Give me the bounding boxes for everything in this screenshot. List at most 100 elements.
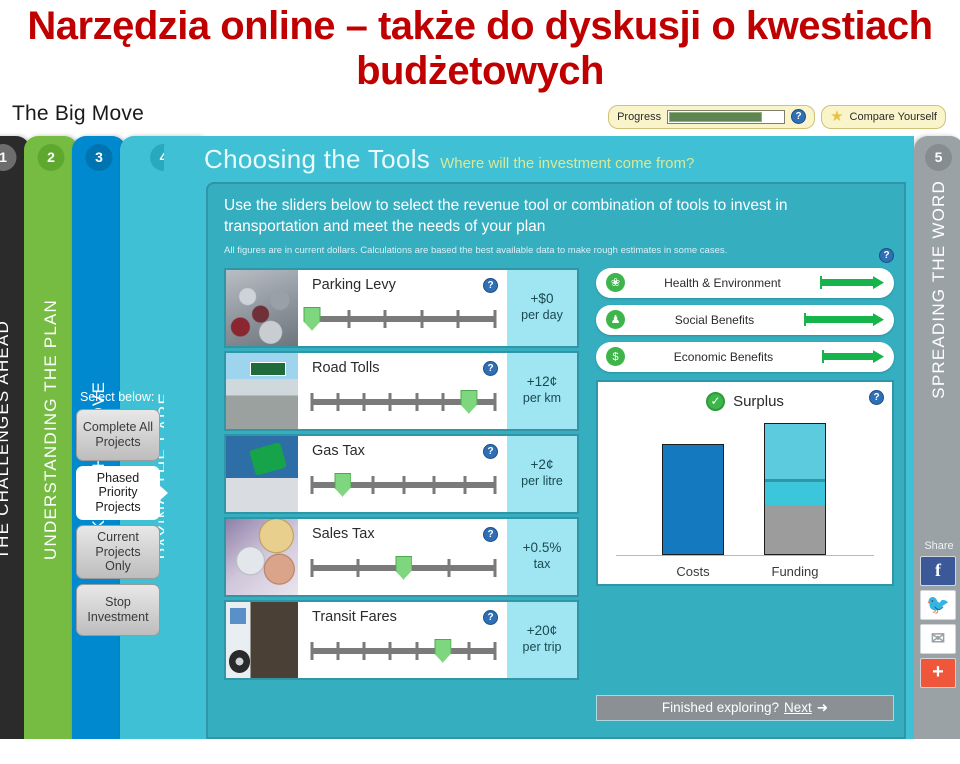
revenue-tool-slider-list: Parking Levy? +$0 per day Road Tolls? +12¢ pe…	[224, 267, 579, 683]
slider-tick	[493, 309, 497, 328]
slider-tick	[371, 475, 375, 494]
slider-body-transit-fares: Transit Fares?	[298, 602, 507, 678]
slider-label-sales-tax: Sales Tax	[312, 525, 375, 542]
email-icon[interactable]: ✉	[920, 623, 956, 654]
slider-tick	[310, 558, 314, 577]
arrow-head	[873, 350, 884, 364]
progress-bar	[667, 109, 786, 124]
slider-tick	[415, 392, 419, 411]
slider-tick	[447, 558, 451, 577]
progress-pill: Progress ?	[608, 104, 816, 129]
footnote-text: All figures are in current dollars. Calc…	[224, 245, 728, 257]
slider-thumb-gas-tax[interactable]	[334, 472, 351, 497]
slider-row-transit-fares: Transit Fares? +20¢ per trip	[224, 599, 579, 680]
benefit-label-social-benefits: Social Benefits	[674, 312, 755, 327]
slider-track-gas-tax[interactable]	[310, 472, 497, 497]
step-number-5: 5	[925, 143, 952, 171]
panel-help-circle-icon[interactable]: ?	[879, 247, 894, 263]
fuel-pump-photo	[226, 435, 298, 512]
slider-track-sales-tax[interactable]	[310, 555, 497, 580]
bar-segment-costs	[663, 444, 723, 554]
slider-thumb-transit-fares[interactable]	[434, 638, 452, 663]
share-label: Share	[924, 539, 954, 552]
slider-value-unit: per km	[522, 391, 562, 406]
slider-tick	[493, 475, 497, 494]
bar-segment-new-revenue-tools	[765, 482, 825, 506]
progress-bar-fill	[669, 111, 762, 122]
sidebar-item-step-2[interactable]: 2 UNDERSTANDING THE PLAN	[24, 135, 78, 739]
arrow-head	[873, 313, 884, 327]
next-link[interactable]: Next	[784, 700, 812, 715]
sidebar-item-label-5: SPREADING THE WORD	[929, 179, 948, 399]
compare-yourself-label: Compare Yourself	[849, 110, 937, 123]
slider-tick	[456, 309, 460, 328]
help-circle-icon[interactable]: ?	[483, 443, 498, 459]
leaf-circle-icon: ❀	[606, 273, 625, 293]
slider-value-amount: +0.5%	[522, 540, 562, 556]
slider-body-road-tolls: Road Tolls?	[298, 353, 507, 429]
slider-value-unit: tax	[533, 557, 551, 572]
slider-label-gas-tax: Gas Tax	[312, 442, 365, 459]
twitter-icon[interactable]: 🐦	[920, 589, 956, 620]
share-icon-group: f 🐦 ✉ +	[920, 555, 956, 688]
slider-value-unit: per trip	[522, 640, 562, 655]
slider-value-amount: +12¢	[526, 374, 558, 390]
slider-tick	[356, 558, 360, 577]
chart-bar-funding: Funding	[764, 422, 826, 579]
next-step-bar[interactable]: Finished exploring? Next ➜	[596, 694, 894, 721]
help-circle-icon[interactable]: ?	[483, 609, 498, 625]
plan-option-complete-all-projects[interactable]: Complete All Projects	[76, 408, 160, 461]
help-circle-icon[interactable]: ?	[791, 109, 807, 125]
content-panel: Choosing the Tools Where will the invest…	[164, 135, 914, 739]
slider-tick	[441, 392, 445, 411]
help-circle-icon[interactable]: ?	[483, 360, 498, 376]
highway-traffic-photo	[226, 352, 298, 429]
coins-and-banknotes-photo	[226, 518, 298, 595]
addthis-plus-icon[interactable]: +	[920, 657, 956, 688]
compare-yourself-button[interactable]: ★ Compare Yourself	[821, 104, 946, 129]
help-circle-icon[interactable]: ?	[483, 526, 498, 542]
slider-value-unit: per day	[521, 308, 563, 323]
slider-tick	[362, 641, 366, 660]
plan-option-current-projects-only[interactable]: Current Projects Only	[76, 524, 160, 580]
slide-title: Narzędzia online – także do dyskusji o k…	[27, 4, 933, 93]
right-column: ❀ Health & Environment ♟ Social Benefits $ Ec…	[596, 267, 894, 586]
inner-panel: Use the sliders below to select the reve…	[206, 181, 906, 739]
slider-value-sales-tax: +0.5% tax	[507, 518, 577, 595]
slider-track-road-tolls[interactable]	[310, 389, 497, 414]
parking-lot-cars-photo	[226, 269, 298, 346]
slider-tick	[310, 475, 314, 494]
benefit-row-health-environment[interactable]: ❀ Health & Environment	[596, 267, 894, 298]
slider-tick	[432, 475, 436, 494]
page-subtitle: Where will the investment come from?	[440, 154, 695, 172]
slider-body-gas-tax: Gas Tax?	[298, 436, 507, 512]
benefit-row-social-benefits[interactable]: ♟ Social Benefits	[596, 304, 894, 335]
instruction-block: Use the sliders below to select the reve…	[208, 184, 904, 257]
slider-thumb-sales-tax[interactable]	[395, 555, 412, 580]
slider-tick	[383, 309, 387, 328]
chart-x-label: Costs	[676, 563, 710, 579]
slider-tick	[336, 392, 340, 411]
slider-value-amount: +20¢	[526, 623, 558, 639]
sidebar-item-step-5[interactable]: 5 SPREADING THE WORD Share f 🐦 ✉ +	[914, 135, 960, 739]
plan-option-phased-priority-projects[interactable]: Phased Priority Projects	[76, 465, 160, 520]
slider-row-gas-tax: Gas Tax? +2¢ per litre	[224, 433, 579, 514]
slider-track-transit-fares[interactable]	[310, 638, 497, 663]
help-circle-icon[interactable]: ?	[483, 277, 498, 293]
benefit-row-economic-benefits[interactable]: $ Economic Benefits	[596, 341, 894, 372]
plan-option-stop-investment[interactable]: Stop Investment	[76, 584, 160, 637]
chart-x-label: Funding	[771, 563, 819, 579]
benefit-label-health-environment: Health & Environment	[664, 275, 781, 290]
next-prompt: Finished exploring?	[661, 700, 779, 716]
slider-thumb-parking-levy[interactable]	[303, 306, 321, 331]
slider-track-parking-levy[interactable]	[303, 306, 497, 331]
benefit-arrow-social-benefits	[804, 313, 884, 327]
facebook-icon[interactable]: f	[920, 555, 956, 586]
slider-thumb-road-tolls[interactable]	[460, 389, 478, 414]
slider-tick	[310, 641, 314, 660]
arrow-head	[873, 276, 884, 290]
benefit-label-economic-benefits: Economic Benefits	[673, 349, 774, 364]
chart-help-circle-icon[interactable]: ?	[869, 389, 884, 405]
arrow-shaft	[822, 353, 873, 361]
bar-segment-surplus	[765, 423, 825, 480]
